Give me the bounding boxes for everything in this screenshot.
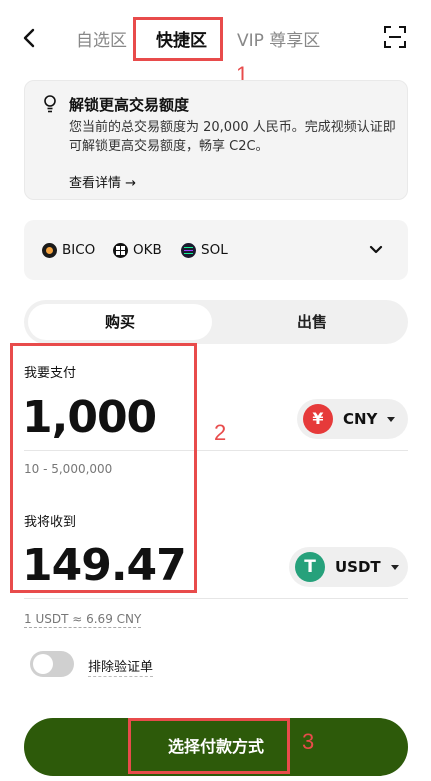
notice-description: 您当前的总交易额度为 20,000 人民币。完成视频认证即可解锁更高交易额度，畅… bbox=[69, 120, 396, 154]
cny-icon: ¥ bbox=[303, 404, 333, 434]
pay-currency-selector[interactable]: ¥ CNY bbox=[297, 399, 408, 439]
exchange-rate[interactable]: 1 USDT ≈ 6.69 CNY bbox=[24, 612, 142, 628]
pay-currency-label: CNY bbox=[343, 410, 378, 428]
scan-icon[interactable] bbox=[384, 26, 406, 48]
receive-currency-label: USDT bbox=[335, 558, 381, 576]
tab-buy[interactable]: 购买 bbox=[28, 304, 212, 340]
notice-title: 解锁更高交易额度 bbox=[69, 96, 190, 114]
divider bbox=[24, 598, 408, 599]
coin-filter[interactable]: BICO OKB SOL bbox=[24, 220, 408, 280]
tab-express[interactable]: 快捷区 bbox=[156, 26, 207, 51]
select-payment-method-button[interactable]: 选择付款方式 bbox=[24, 718, 408, 776]
dropdown-triangle-icon bbox=[387, 416, 396, 422]
limit-notice-card: 解锁更高交易额度 您当前的总交易额度为 20,000 人民币。完成视频认证即可解… bbox=[24, 80, 408, 200]
coin-label: BICO bbox=[62, 242, 96, 258]
coin-okb[interactable]: OKB bbox=[113, 242, 162, 258]
lightbulb-icon bbox=[44, 95, 56, 113]
exclude-verified-toggle[interactable] bbox=[30, 651, 74, 677]
back-arrow-icon[interactable] bbox=[18, 24, 40, 52]
pay-range: 10 - 5,000,000 bbox=[24, 462, 113, 476]
view-details-link[interactable]: 查看详情 → bbox=[69, 172, 136, 191]
divider bbox=[24, 450, 408, 451]
coin-label: SOL bbox=[201, 242, 228, 258]
coin-bico[interactable]: BICO bbox=[42, 242, 95, 258]
exclude-verified-label: 排除验证单 bbox=[88, 656, 154, 677]
dropdown-triangle-icon bbox=[390, 564, 399, 570]
usdt-icon: T bbox=[295, 552, 325, 582]
trade-side-switch: 购买 出售 bbox=[24, 300, 408, 344]
toggle-knob bbox=[33, 654, 53, 674]
coin-sol[interactable]: SOL bbox=[181, 242, 228, 258]
tab-favorites[interactable]: 自选区 bbox=[76, 26, 127, 51]
annotation-number-3: 3 bbox=[302, 729, 315, 754]
sol-icon bbox=[181, 242, 196, 258]
tab-vip[interactable]: VIP 尊享区 bbox=[237, 26, 320, 51]
pay-label: 我要支付 bbox=[24, 366, 77, 381]
top-bar: 自选区 快捷区 VIP 尊享区 bbox=[0, 0, 431, 76]
pay-amount-input[interactable]: 1,000 bbox=[22, 392, 157, 443]
receive-amount[interactable]: 149.47 bbox=[22, 540, 187, 591]
chevron-down-icon[interactable] bbox=[367, 242, 385, 258]
receive-currency-selector[interactable]: T USDT bbox=[289, 547, 408, 587]
coin-label: OKB bbox=[133, 242, 162, 258]
tab-sell[interactable]: 出售 bbox=[220, 304, 404, 340]
bico-icon bbox=[42, 242, 57, 258]
okb-icon bbox=[113, 242, 128, 258]
receive-label: 我将收到 bbox=[24, 515, 77, 530]
annotation-number-2: 2 bbox=[214, 420, 227, 445]
